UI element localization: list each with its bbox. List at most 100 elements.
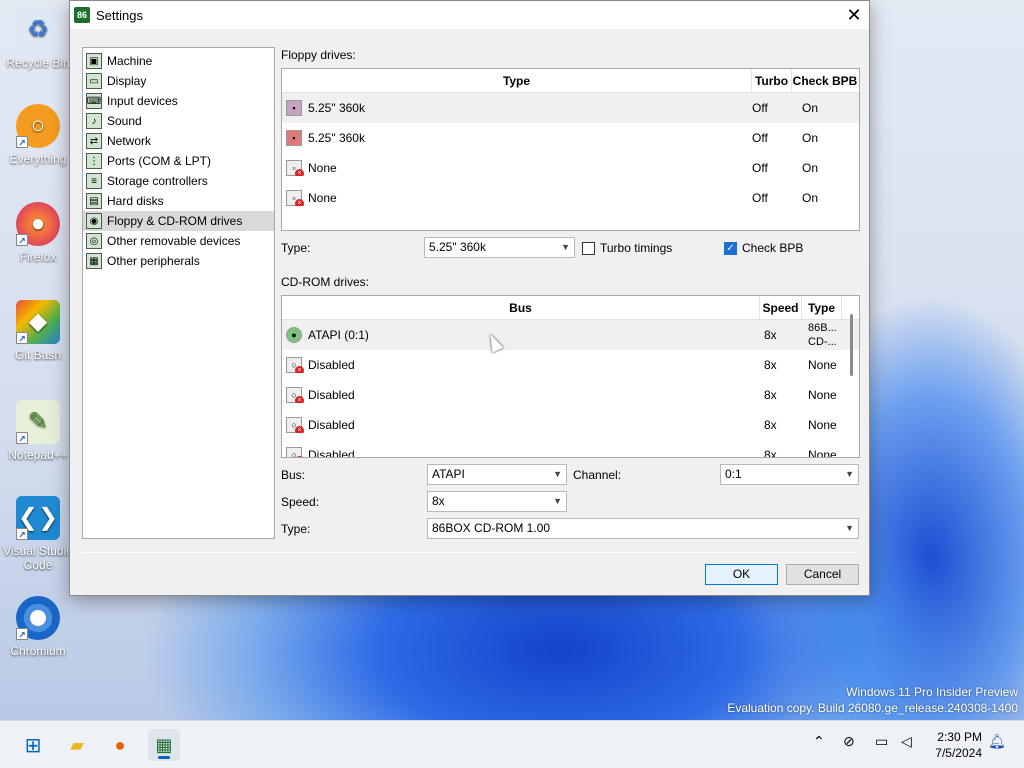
floppy-row[interactable]: ▪ 5.25" 360k Off On [282,123,859,153]
desktop-icon-vscode[interactable]: ❮❯ ↗ Visual Studio Code [2,496,74,572]
button-separator [82,552,858,553]
cdrom-type-select[interactable]: 86BOX CD-ROM 1.00 ▼ [427,518,859,539]
nav-item-ports[interactable]: ⋮ Ports (COM & LPT) [83,151,274,171]
desktop-icon-notepad-plus-plus[interactable]: ✎ ↗ Notepad++ [2,400,74,462]
taskbar-firefox[interactable]: ● [104,729,136,761]
ok-button[interactable]: OK [705,564,778,585]
floppy-drive-list[interactable]: Type Turbo Check BPB ▪ 5.25" 360k Off On … [281,68,860,231]
title-bar[interactable]: 86 Settings ✕ [70,1,869,29]
cdrom-bus-value: ATAPI [432,467,465,481]
cdrom-speed-cell: 8x [764,388,777,402]
floppy-check-bpb-cell: On [802,161,819,175]
nav-item-label: Display [107,74,147,88]
cdrom-row[interactable]: ● ATAPI (0:1) 8x 86B... CD-... [282,320,859,350]
settings-category-list: ▣ Machine ▭ Display ⌨ Input devices ♪ Sound … [82,47,275,539]
cdrom-disabled-icon: ○× [286,417,304,433]
sound-icon: ♪ [86,113,102,129]
desktop-icon-everything[interactable]: ○ ↗ Everything [2,104,74,166]
floppy-drive-icon: ▪ [286,100,302,116]
desktop-icon-label: Visual Studio Code [3,544,73,572]
desktop-icon-firefox[interactable]: ● ↗ Firefox [2,202,74,264]
nav-item-display[interactable]: ▭ Display [83,71,274,91]
cancel-button[interactable]: Cancel [786,564,859,585]
nav-item-other-peripherals[interactable]: ▦ Other peripherals [83,251,274,271]
column-header-turbo[interactable]: Turbo [752,69,792,93]
window-title: Settings [96,7,143,23]
nav-item-other-removable[interactable]: ◎ Other removable devices [83,231,274,251]
desktop-icon-label: Recycle Bin [6,56,70,70]
cdrom-speed-cell: 8x [764,418,777,432]
windows-start-icon: ⊞ [24,734,42,757]
nav-item-label: Other removable devices [107,234,241,248]
cdrom-type-cell: None [808,388,837,402]
floppy-list-header: Type Turbo Check BPB [282,69,859,93]
clock-date: 7/5/2024 [935,746,982,760]
desktop-icon-git-bash[interactable]: ◆ ↗ Git Bash [2,300,74,362]
floppy-row[interactable]: ▫ × None Off On [282,183,859,213]
column-header-type[interactable]: Type [282,69,752,93]
floppy-type-cell: 5.25" 360k [308,131,365,145]
nav-item-hard-disks[interactable]: ▤ Hard disks [83,191,274,211]
taskbar-file-explorer[interactable]: ▰ [61,729,93,761]
cdrom-speed-cell: 8x [764,328,777,342]
floppy-row[interactable]: ▪ 5.25" 360k Off On [282,93,859,123]
cdrom-row[interactable]: ○× Disabled 8x None [282,410,859,440]
column-header-speed[interactable]: Speed [760,296,802,320]
show-hidden-icons-button[interactable]: ⌃ [813,733,825,750]
floppy-type-select[interactable]: 5.25" 360k ▼ [424,237,575,258]
column-header-check-bpb[interactable]: Check BPB [792,69,858,93]
cdrom-row[interactable]: ○× Disabled 8x None [282,350,859,380]
check-bpb-checkbox[interactable]: ✓ Check BPB [724,241,803,255]
cdrom-channel-select[interactable]: 0:1 ▼ [720,464,859,485]
cdrom-drive-list[interactable]: Bus Speed Type ● ATAPI (0:1) 8x 86B... CD… [281,295,860,458]
taskbar: ⊞ ▰ ● ▦ ⌃ ⊘ ▭ ◁ 2:30 PM 7/5/2024 🔔︎ [0,720,1024,768]
cdrom-type-line1: 86B... [808,322,837,334]
turbo-timings-checkbox[interactable]: Turbo timings [582,241,672,255]
hard-disk-icon: ▤ [86,193,102,209]
cdrom-row[interactable]: ○× Disabled 8x None [282,380,859,410]
floppy-type-cell: None [308,191,337,205]
cdrom-list-scrollbar[interactable] [850,314,853,376]
taskbar-86box[interactable]: ▦ [148,729,180,761]
start-button[interactable]: ⊞ [17,729,49,761]
cdrom-row[interactable]: ○× Disabled 8x None [282,440,859,458]
turbo-timings-label: Turbo timings [600,241,673,255]
clock-time: 2:30 PM [937,730,982,744]
taskbar-clock[interactable]: 2:30 PM 7/5/2024 [935,729,982,761]
desktop-icon-recycle-bin[interactable]: ♻ Recycle Bin [2,8,74,70]
nav-item-sound[interactable]: ♪ Sound [83,111,274,131]
notifications-button[interactable]: 🔔︎ [988,733,1006,750]
cdrom-list-header: Bus Speed Type [282,296,859,320]
nav-item-network[interactable]: ⇄ Network [83,131,274,151]
chevron-down-icon: ▼ [845,469,854,479]
desktop-icon-label: Notepad++ [8,448,68,462]
vscode-icon: ❮❯ ↗ [16,496,60,540]
cdrom-type-value: 86BOX CD-ROM 1.00 [432,521,551,535]
tray-volume[interactable]: ◁ [901,733,912,750]
cdrom-speed-select[interactable]: 8x ▼ [427,491,567,512]
close-button[interactable]: ✕ [839,1,869,29]
nav-item-input-devices[interactable]: ⌨ Input devices [83,91,274,111]
nav-item-label: Network [107,134,152,148]
floppy-type-cell: None [308,161,337,175]
nav-item-floppy-cdrom[interactable]: ◉ Floppy & CD-ROM drives [83,211,274,231]
nav-item-machine[interactable]: ▣ Machine [83,51,274,71]
column-header-cd-type[interactable]: Type [802,296,842,320]
cdrom-speed-cell: 8x [764,448,777,458]
tray-network-status[interactable]: ⊘ [843,733,855,750]
nav-item-label: Hard disks [107,194,164,208]
checkmark-icon: ✓ [724,241,737,255]
cdrom-bus-label: Bus: [281,468,306,482]
nav-item-label: Floppy & CD-ROM drives [107,214,243,228]
cdrom-bus-cell: ATAPI (0:1) [308,328,369,342]
tray-display[interactable]: ▭ [875,733,888,750]
network-icon: ⇄ [86,133,102,149]
check-bpb-label: Check BPB [742,241,804,255]
cdrom-bus-select[interactable]: ATAPI ▼ [427,464,567,485]
cdrom-type-cell: 86B... CD-... [802,321,842,349]
column-header-bus[interactable]: Bus [282,296,760,320]
floppy-row[interactable]: ▫ × None Off On [282,153,859,183]
desktop-icon-chromium[interactable]: ↗ Chromium [2,596,74,658]
nav-item-storage-controllers[interactable]: ≡ Storage controllers [83,171,274,191]
monitor-icon: ▭ [875,733,889,749]
